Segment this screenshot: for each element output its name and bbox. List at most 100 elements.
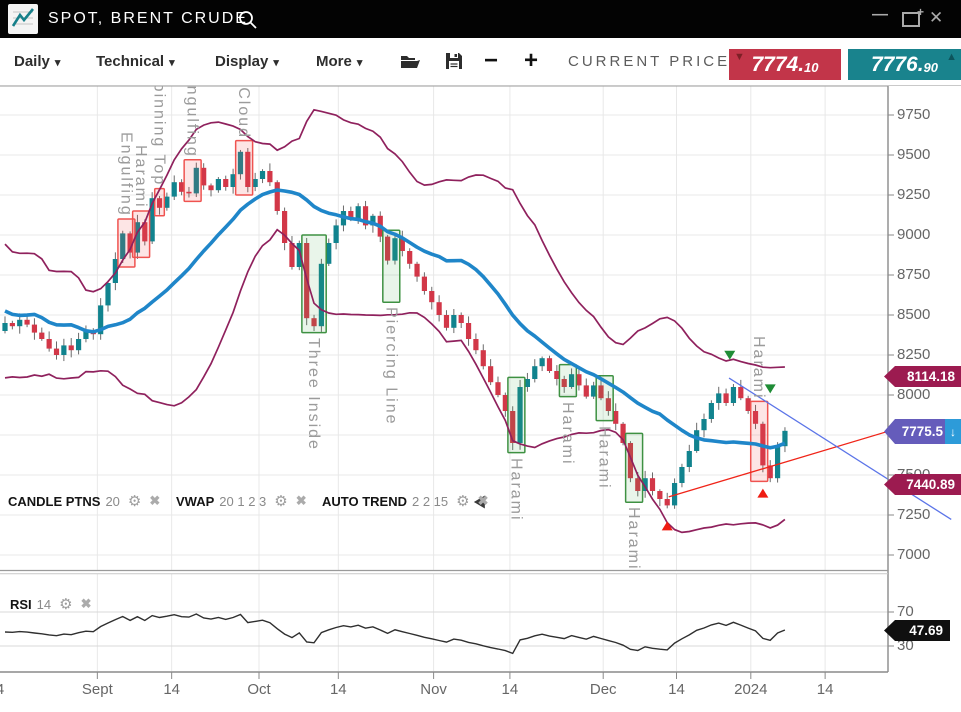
candle xyxy=(665,499,670,505)
candle xyxy=(260,171,265,179)
indicator-params: 20 1 2 3 xyxy=(219,494,266,509)
indicator-name: AUTO TREND xyxy=(322,494,407,509)
up-triangle-marker xyxy=(757,489,768,498)
candle xyxy=(547,358,552,371)
close-icon[interactable]: ✖ xyxy=(296,493,307,509)
popout-window-icon[interactable]: + xyxy=(902,12,920,27)
candle xyxy=(105,283,110,305)
vwap-bands-layer xyxy=(5,110,785,533)
gear-icon[interactable]: ⚙ xyxy=(274,492,287,510)
open-folder-icon[interactable] xyxy=(399,51,421,71)
candle xyxy=(223,179,228,187)
search-icon[interactable] xyxy=(238,10,258,30)
candle xyxy=(716,393,721,403)
close-icon[interactable]: ✖ xyxy=(149,493,160,509)
candle xyxy=(488,366,493,382)
indicator-name: CANDLE PTNS xyxy=(8,494,100,509)
indicator-vwap: VWAP 20 1 2 3 ⚙ ✖ xyxy=(176,493,307,509)
candle xyxy=(61,345,66,355)
candle xyxy=(422,277,427,291)
candle xyxy=(267,171,272,182)
close-icon[interactable]: ✖ xyxy=(478,493,489,509)
zoom-out-icon[interactable]: − xyxy=(484,38,498,85)
candle xyxy=(731,387,736,403)
trading-app-window: EngulfingHaramiSpinning TopEngulfingDark… xyxy=(0,0,961,712)
candle xyxy=(687,451,692,467)
candle xyxy=(481,350,486,366)
indicator-params: 20 xyxy=(105,494,119,509)
candle xyxy=(47,339,52,349)
more-menu[interactable]: More▾ xyxy=(316,38,362,85)
technical-menu[interactable]: Technical▾ xyxy=(96,38,175,85)
indicator-name: VWAP xyxy=(176,494,214,509)
candle xyxy=(407,251,412,264)
close-icon[interactable]: ✕ xyxy=(929,8,943,28)
indicator-params: 2 2 15 xyxy=(412,494,448,509)
candle xyxy=(466,323,471,339)
candle xyxy=(24,320,29,325)
title-bar: SPOT, BRENT CRUDE — + ✕ xyxy=(0,0,961,38)
pattern-box xyxy=(236,141,253,195)
rsi-line xyxy=(5,614,785,653)
current-price-tag: 7775.5 ↓ xyxy=(884,419,961,444)
candle xyxy=(356,206,361,219)
candle xyxy=(709,403,714,419)
pattern-box xyxy=(383,230,400,302)
minimize-icon[interactable]: — xyxy=(872,6,889,30)
pattern-box xyxy=(508,377,525,452)
candle xyxy=(2,323,7,331)
lower-band-price-tag: 7440.89 xyxy=(884,474,961,495)
gridlines xyxy=(0,86,888,671)
candle xyxy=(694,430,699,451)
candle xyxy=(451,315,456,328)
candle xyxy=(701,419,706,430)
candle xyxy=(216,179,221,190)
gear-icon[interactable]: ⚙ xyxy=(456,492,469,510)
bid-price-badge: ▼ 7774.10 xyxy=(729,49,841,80)
chevron-down-icon: ▾ xyxy=(169,57,175,69)
app-logo-icon xyxy=(8,4,38,34)
arrow-up-icon: ▲ xyxy=(946,51,957,63)
gear-icon[interactable]: ⚙ xyxy=(59,595,72,613)
arrow-down-icon: ▼ xyxy=(734,51,745,63)
display-menu[interactable]: Display▾ xyxy=(215,38,279,85)
candle xyxy=(414,264,419,277)
candle xyxy=(444,315,449,328)
save-icon[interactable] xyxy=(444,51,464,71)
candle xyxy=(10,323,15,326)
chart-canvas[interactable] xyxy=(0,0,961,712)
candle xyxy=(39,333,44,339)
pattern-box xyxy=(559,365,576,397)
indicator-params: 14 xyxy=(37,597,51,612)
candle xyxy=(32,325,37,333)
indicator-candle-patterns: CANDLE PTNS 20 ⚙ ✖ xyxy=(8,493,160,509)
axes xyxy=(0,86,894,679)
interval-menu[interactable]: Daily▾ xyxy=(14,38,60,85)
candle xyxy=(738,387,743,398)
candle xyxy=(275,182,280,211)
candle xyxy=(76,339,81,350)
candles-layer xyxy=(2,148,787,509)
candle xyxy=(429,291,434,302)
candle xyxy=(650,478,655,491)
arrow-down-icon: ↓ xyxy=(945,419,961,444)
pattern-box xyxy=(184,160,201,202)
candle xyxy=(69,345,74,350)
chevron-down-icon: ▾ xyxy=(273,57,279,69)
candle xyxy=(437,302,442,315)
close-icon[interactable]: ✖ xyxy=(81,596,92,612)
candle xyxy=(532,366,537,379)
candle xyxy=(540,358,545,366)
pattern-box xyxy=(155,189,165,216)
upper-band-price-tag: 8114.18 xyxy=(884,366,961,387)
candle xyxy=(289,243,294,267)
candle xyxy=(473,339,478,350)
gear-icon[interactable]: ⚙ xyxy=(128,492,141,510)
zoom-in-icon[interactable]: + xyxy=(524,38,538,85)
down-triangle-marker xyxy=(765,384,776,393)
chevron-down-icon: ▾ xyxy=(55,57,61,69)
candle xyxy=(584,385,589,396)
candle xyxy=(334,225,339,243)
rsi-value-tag: 47.69 xyxy=(884,620,950,641)
candle xyxy=(54,349,59,355)
